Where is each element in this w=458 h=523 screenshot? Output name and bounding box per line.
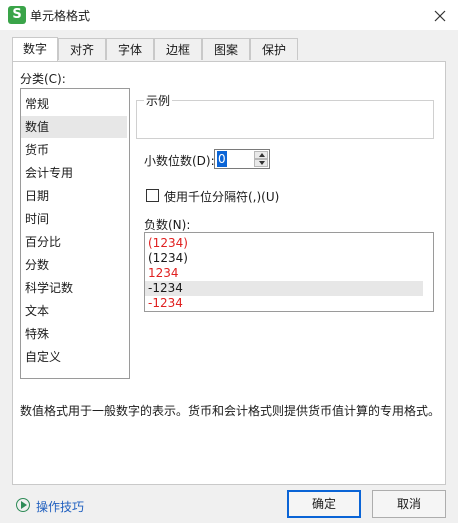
category-item-number[interactable]: 数值 — [21, 116, 127, 138]
category-item-text[interactable]: 文本 — [21, 300, 127, 322]
cancel-button[interactable]: 取消 — [372, 490, 446, 518]
category-item-scientific[interactable]: 科学记数 — [21, 277, 127, 299]
format-description: 数值格式用于一般数字的表示。货币和会计格式则提供货币值计算的专用格式。 — [20, 404, 441, 418]
ok-button[interactable]: 确定 — [287, 490, 361, 518]
category-item-special[interactable]: 特殊 — [21, 323, 127, 345]
title-bar[interactable]: S 单元格格式 — [0, 0, 458, 30]
category-label: 分类(C): — [20, 72, 66, 86]
close-button[interactable] — [430, 6, 450, 26]
negative-option-red[interactable]: 1234 — [145, 266, 423, 281]
negative-option-parens[interactable]: (1234) — [145, 251, 423, 266]
decimal-places-value[interactable]: 0 — [217, 151, 227, 167]
chevron-up-icon — [259, 153, 265, 157]
tab-border[interactable]: 边框 — [154, 38, 202, 60]
app-logo-icon: S — [8, 6, 26, 24]
tab-font[interactable]: 字体 — [106, 38, 154, 60]
tab-number[interactable]: 数字 — [12, 37, 58, 62]
decimal-places-stepper[interactable]: 0 — [214, 149, 270, 169]
negative-option-red-parens[interactable]: (1234) — [145, 236, 423, 251]
play-circle-icon[interactable] — [16, 498, 30, 512]
stepper-down-button[interactable] — [254, 159, 268, 167]
help-tips-link[interactable]: 操作技巧 — [36, 498, 84, 515]
thousands-separator-label[interactable]: 使用千位分隔符(,)(U) — [164, 188, 279, 205]
negative-numbers-label: 负数(N): — [144, 218, 191, 232]
negative-option-red-minus[interactable]: -1234 — [145, 296, 423, 311]
tab-alignment[interactable]: 对齐 — [58, 38, 106, 60]
window-title: 单元格格式 — [30, 9, 91, 23]
category-item-fraction[interactable]: 分数 — [21, 254, 127, 276]
sample-legend: 示例 — [144, 92, 173, 109]
format-cells-dialog: S 单元格格式 数字 对齐 字体 边框 图案 保护 分类(C): 常规 数值 货… — [0, 0, 458, 523]
category-item-percentage[interactable]: 百分比 — [21, 231, 127, 253]
chevron-down-icon — [259, 161, 265, 165]
category-list[interactable]: 常规 数值 货币 会计专用 日期 时间 百分比 分数 科学记数 文本 特殊 自定… — [20, 88, 130, 379]
category-item-custom[interactable]: 自定义 — [21, 346, 127, 368]
tab-protection[interactable]: 保护 — [250, 38, 298, 60]
category-item-date[interactable]: 日期 — [21, 185, 127, 207]
sample-box — [136, 100, 434, 139]
category-item-time[interactable]: 时间 — [21, 208, 127, 230]
category-item-accounting[interactable]: 会计专用 — [21, 162, 127, 184]
stepper-up-button[interactable] — [254, 151, 268, 159]
close-icon — [434, 10, 446, 22]
category-item-general[interactable]: 常规 — [21, 93, 127, 115]
thousands-separator-checkbox[interactable] — [146, 189, 159, 202]
stepper-buttons — [254, 151, 268, 167]
negative-option-minus[interactable]: -1234 — [145, 281, 423, 296]
negative-numbers-list[interactable]: (1234) (1234) 1234 -1234 -1234 — [144, 232, 434, 312]
category-item-currency[interactable]: 货币 — [21, 139, 127, 161]
tab-pattern[interactable]: 图案 — [202, 38, 250, 60]
decimal-places-label: 小数位数(D): — [144, 154, 215, 168]
